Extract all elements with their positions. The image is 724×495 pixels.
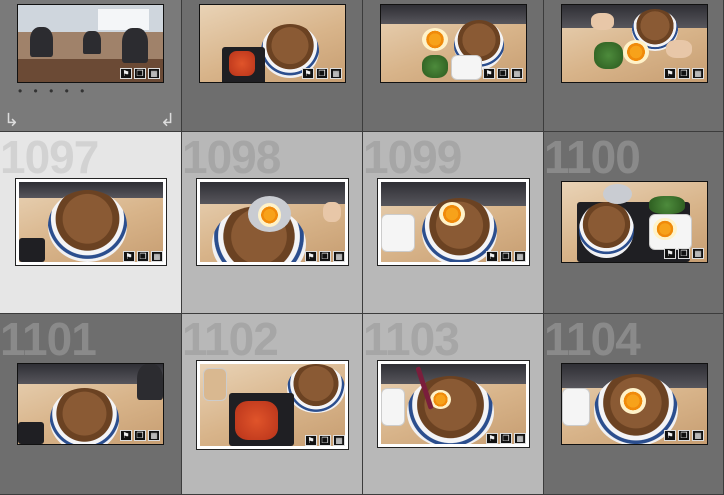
cell-number: 1102: [182, 314, 279, 365]
cell-number: 1104: [544, 314, 641, 365]
stack-icon[interactable]: ❐: [316, 68, 328, 79]
flag-icon[interactable]: ⚑: [302, 68, 314, 79]
flag-icon[interactable]: ⚑: [483, 68, 495, 79]
cell-number: 1103: [363, 314, 460, 365]
thumbnail[interactable]: ⚑ ❐ ▦: [561, 4, 708, 83]
flag-icon[interactable]: ⚑: [486, 433, 498, 444]
thumbnail[interactable]: ⚑ ❐ ▦: [196, 178, 349, 266]
crop-icon[interactable]: ▦: [692, 430, 704, 441]
photo-bowl-chopsticks: [381, 364, 526, 444]
crop-icon[interactable]: ▦: [333, 251, 345, 262]
badge-group: ⚑ ❐ ▦: [483, 68, 523, 79]
grid-cell-1098[interactable]: 1098 ⚑ ❐ ▦: [182, 132, 363, 314]
flag-icon[interactable]: ⚑: [120, 68, 132, 79]
grid-cell[interactable]: ⚑ ❐ ▦: [544, 0, 724, 132]
badge-group: ⚑ ❐ ▦: [664, 68, 704, 79]
stack-icon[interactable]: ❐: [137, 251, 149, 262]
grid-cell-1104[interactable]: 1104 ⚑ ❐ ▦: [544, 314, 724, 495]
photo-bowl-spoon-egg: [200, 182, 345, 262]
badge-group: ⚑ ❐ ▦: [486, 251, 526, 262]
badge-group: ⚑ ❐ ▦: [664, 430, 704, 441]
thumbnail[interactable]: ⚑ ❐ ▦: [561, 363, 708, 445]
flag-icon[interactable]: ⚑: [486, 251, 498, 262]
photo-bowl-close: [19, 182, 163, 262]
grid-cell[interactable]: ⚑ ❐ ▦ • • • • • ↳ ↲: [0, 0, 182, 132]
photo-bowl-egg: [381, 182, 526, 262]
badge-group: ⚑ ❐ ▦: [664, 248, 704, 259]
cell-number: 1097: [0, 132, 99, 183]
flag-icon[interactable]: ⚑: [664, 68, 676, 79]
badge-group: ⚑ ❐ ▦: [305, 435, 345, 446]
badge-group: ⚑ ❐ ▦: [486, 433, 526, 444]
stack-icon[interactable]: ❐: [678, 248, 690, 259]
stack-icon[interactable]: ❐: [134, 430, 146, 441]
badge-group: ⚑ ❐ ▦: [120, 68, 160, 79]
thumbnail[interactable]: ⚑ ❐ ▦: [15, 178, 167, 266]
cell-number: 1100: [544, 132, 641, 183]
crop-icon[interactable]: ▦: [151, 251, 163, 262]
grid-cell-1099[interactable]: 1099 ⚑ ❐ ▦: [363, 132, 544, 314]
crop-icon[interactable]: ▦: [148, 430, 160, 441]
stack-icon[interactable]: ❐: [319, 251, 331, 262]
badge-group: ⚑ ❐ ▦: [305, 251, 345, 262]
flag-icon[interactable]: ⚑: [120, 430, 132, 441]
badge-group: ⚑ ❐ ▦: [120, 430, 160, 441]
stack-icon[interactable]: ❐: [497, 68, 509, 79]
flag-icon[interactable]: ⚑: [305, 251, 317, 262]
thumbnail[interactable]: ⚑ ❐ ▦: [17, 363, 164, 445]
badge-group: ⚑ ❐ ▦: [302, 68, 342, 79]
badge-group: ⚑ ❐ ▦: [123, 251, 163, 262]
thumbnail[interactable]: ⚑ ❐ ▦: [196, 360, 349, 450]
return-icon[interactable]: ↲: [160, 110, 175, 131]
cell-number: 1099: [363, 132, 462, 183]
thumbnail[interactable]: ⚑ ❐ ▦: [199, 4, 346, 83]
thumbnail[interactable]: ⚑ ❐ ▦: [561, 181, 708, 263]
crop-icon[interactable]: ▦: [333, 435, 345, 446]
thumbnail[interactable]: ⚑ ❐ ▦: [377, 360, 530, 448]
crop-icon[interactable]: ▦: [511, 68, 523, 79]
stack-icon[interactable]: ❐: [319, 435, 331, 446]
stack-icon[interactable]: ❐: [678, 430, 690, 441]
flag-icon[interactable]: ⚑: [123, 251, 135, 262]
grid-cell[interactable]: ⚑ ❐ ▦: [363, 0, 544, 132]
grid-cell-1103[interactable]: 1103 ⚑ ❐ ▦: [363, 314, 544, 495]
grid-cell-1100[interactable]: 1100 ⚑ ❐ ▦: [544, 132, 724, 314]
cell-number: 1101: [0, 314, 97, 365]
crop-icon[interactable]: ▦: [148, 68, 160, 79]
thumbnail[interactable]: ⚑ ❐ ▦: [17, 4, 164, 83]
flag-icon[interactable]: ⚑: [664, 430, 676, 441]
crop-icon[interactable]: ▦: [514, 433, 526, 444]
grid-cell-1102[interactable]: 1102 ⚑ ❐ ▦: [182, 314, 363, 495]
flag-icon[interactable]: ⚑: [664, 248, 676, 259]
stack-icon[interactable]: ❐: [678, 68, 690, 79]
stack-icon[interactable]: ❐: [134, 68, 146, 79]
crop-icon[interactable]: ▦: [514, 251, 526, 262]
photo-tray-kimchi: [200, 364, 345, 446]
crop-icon[interactable]: ▦: [330, 68, 342, 79]
cell-number: 1098: [182, 132, 281, 183]
stack-dots: • • • • •: [18, 84, 89, 98]
crop-icon[interactable]: ▦: [692, 248, 704, 259]
undo-icon[interactable]: ↳: [4, 110, 19, 131]
grid-cell-1097[interactable]: 1097 ⚑ ❐ ▦: [0, 132, 182, 314]
stack-icon[interactable]: ❐: [500, 251, 512, 262]
flag-icon[interactable]: ⚑: [305, 435, 317, 446]
grid-cell-1101[interactable]: 1101 ⚑ ❐ ▦: [0, 314, 182, 495]
thumbnail[interactable]: ⚑ ❐ ▦: [377, 178, 530, 266]
stack-icon[interactable]: ❐: [500, 433, 512, 444]
crop-icon[interactable]: ▦: [692, 68, 704, 79]
grid-cell[interactable]: ⚑ ❐ ▦: [182, 0, 363, 132]
filmstrip-grid: ⚑ ❐ ▦ • • • • • ↳ ↲ ⚑ ❐ ▦ ⚑ ❐ ▦ ⚑ ❐ ▦ 10…: [0, 0, 724, 495]
thumbnail[interactable]: ⚑ ❐ ▦: [380, 4, 527, 83]
